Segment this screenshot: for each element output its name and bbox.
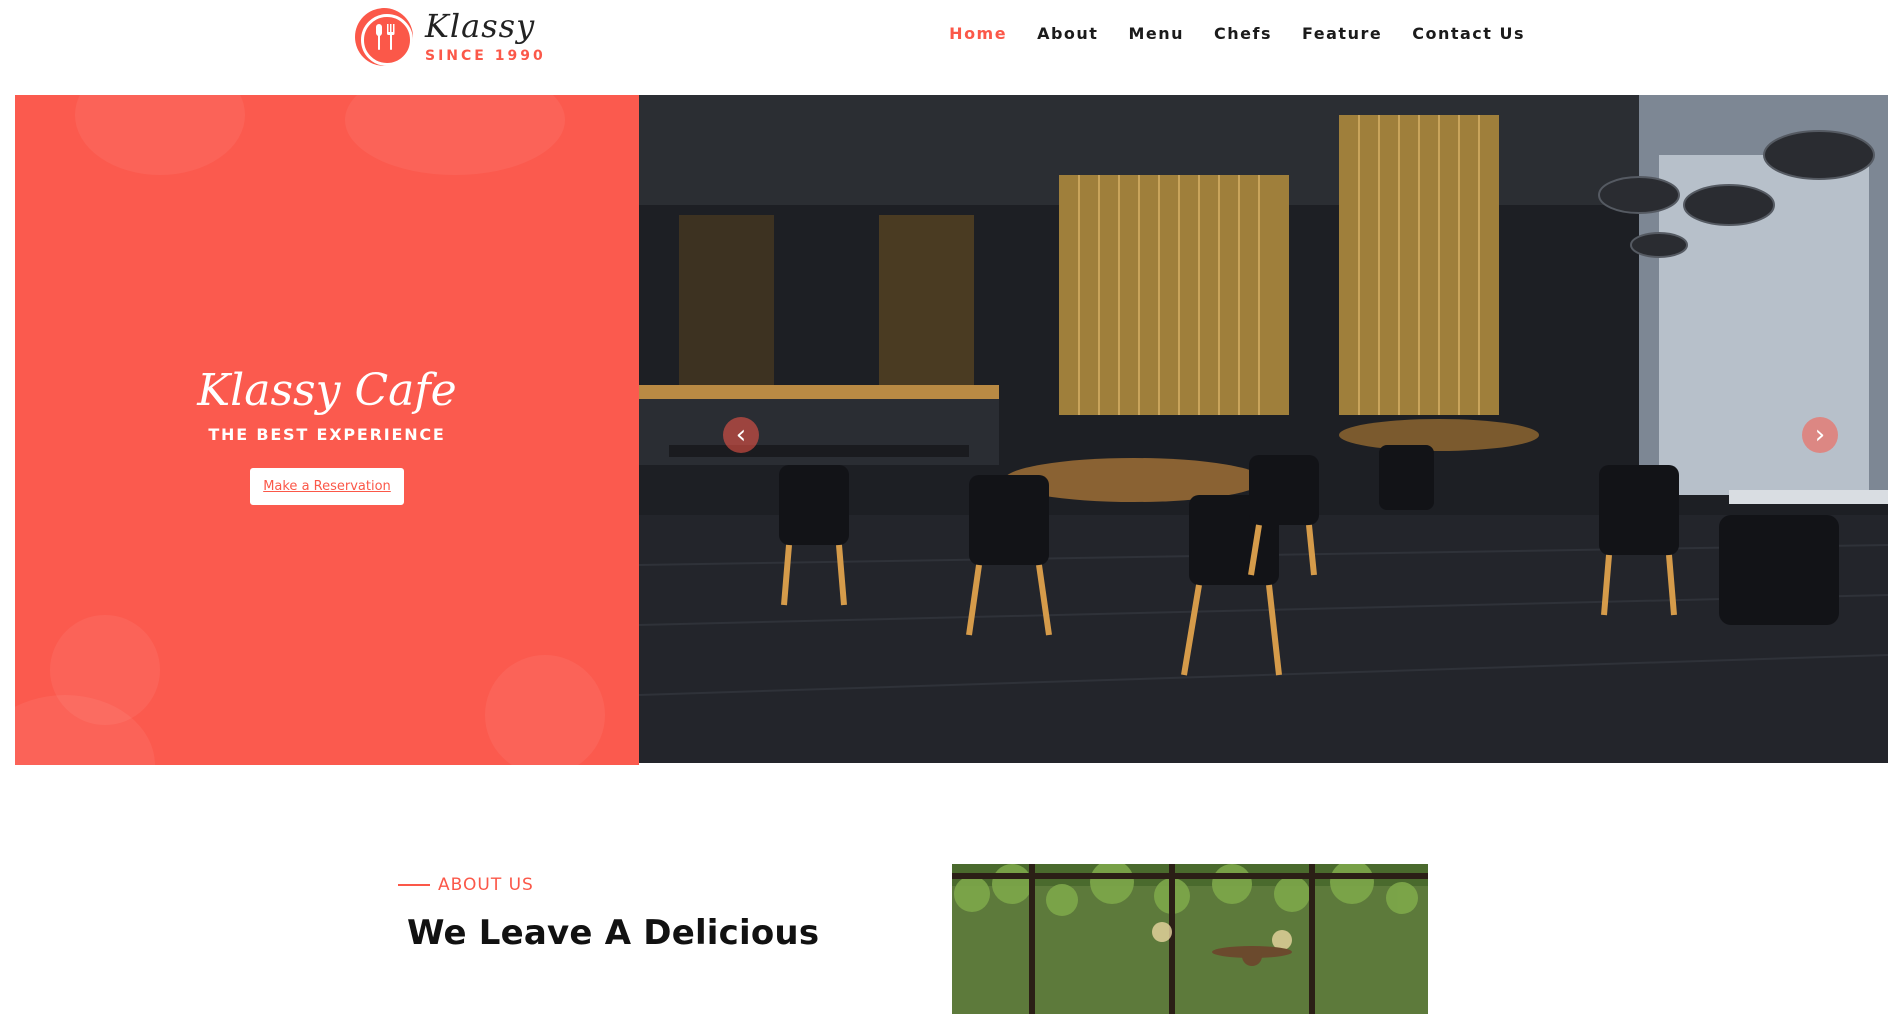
nav-chefs[interactable]: Chefs [1214, 24, 1272, 43]
nav-home[interactable]: Home [949, 24, 1007, 43]
hero-promo-panel: Klassy Cafe THE BEST EXPERIENCE Make a R… [15, 95, 639, 765]
decor-tomato-2 [485, 655, 605, 765]
restaurant-interior-image [639, 95, 1888, 763]
hero-caption: Klassy Cafe THE BEST EXPERIENCE Make a R… [15, 365, 639, 505]
decor-leaf-1 [75, 95, 245, 175]
hero-slider[interactable]: ‹ › [639, 95, 1888, 763]
chevron-left-icon: ‹ [735, 420, 747, 450]
logo-text: Klassy SINCE 1990 [425, 10, 546, 64]
nav-menu[interactable]: Menu [1128, 24, 1184, 43]
logo-name: Klassy [425, 7, 536, 45]
nav-contact-us[interactable]: Contact Us [1412, 24, 1525, 43]
about-section: ABOUT US We Leave A Delicious [0, 765, 1898, 1014]
hero-title: Klassy Cafe [197, 365, 457, 416]
garden-dining-image [952, 864, 1428, 1014]
chevron-right-icon: › [1814, 420, 1826, 450]
about-kicker-text: ABOUT US [438, 875, 534, 895]
site-logo[interactable]: Klassy SINCE 1990 [355, 8, 546, 66]
fork-spoon-icon [355, 8, 413, 66]
about-heading: We Leave A Delicious [407, 913, 820, 953]
kicker-line [398, 884, 430, 886]
about-kicker: ABOUT US [398, 875, 534, 895]
slider-prev-button[interactable]: ‹ [723, 417, 759, 453]
about-image [952, 864, 1428, 1014]
decor-leaf-2 [345, 95, 565, 175]
nav-feature[interactable]: Feature [1302, 24, 1382, 43]
make-reservation-button[interactable]: Make a Reservation [250, 468, 404, 505]
nav-about[interactable]: About [1037, 24, 1098, 43]
main-nav: Home About Menu Chefs Feature Contact Us [949, 24, 1525, 43]
hero-section: Klassy Cafe THE BEST EXPERIENCE Make a R… [15, 95, 1888, 765]
hero-subtitle: THE BEST EXPERIENCE [208, 425, 446, 444]
slider-next-button[interactable]: › [1802, 417, 1838, 453]
site-header: Klassy SINCE 1990 Home About Menu Chefs … [0, 0, 1898, 95]
logo-since: SINCE 1990 [425, 48, 546, 64]
